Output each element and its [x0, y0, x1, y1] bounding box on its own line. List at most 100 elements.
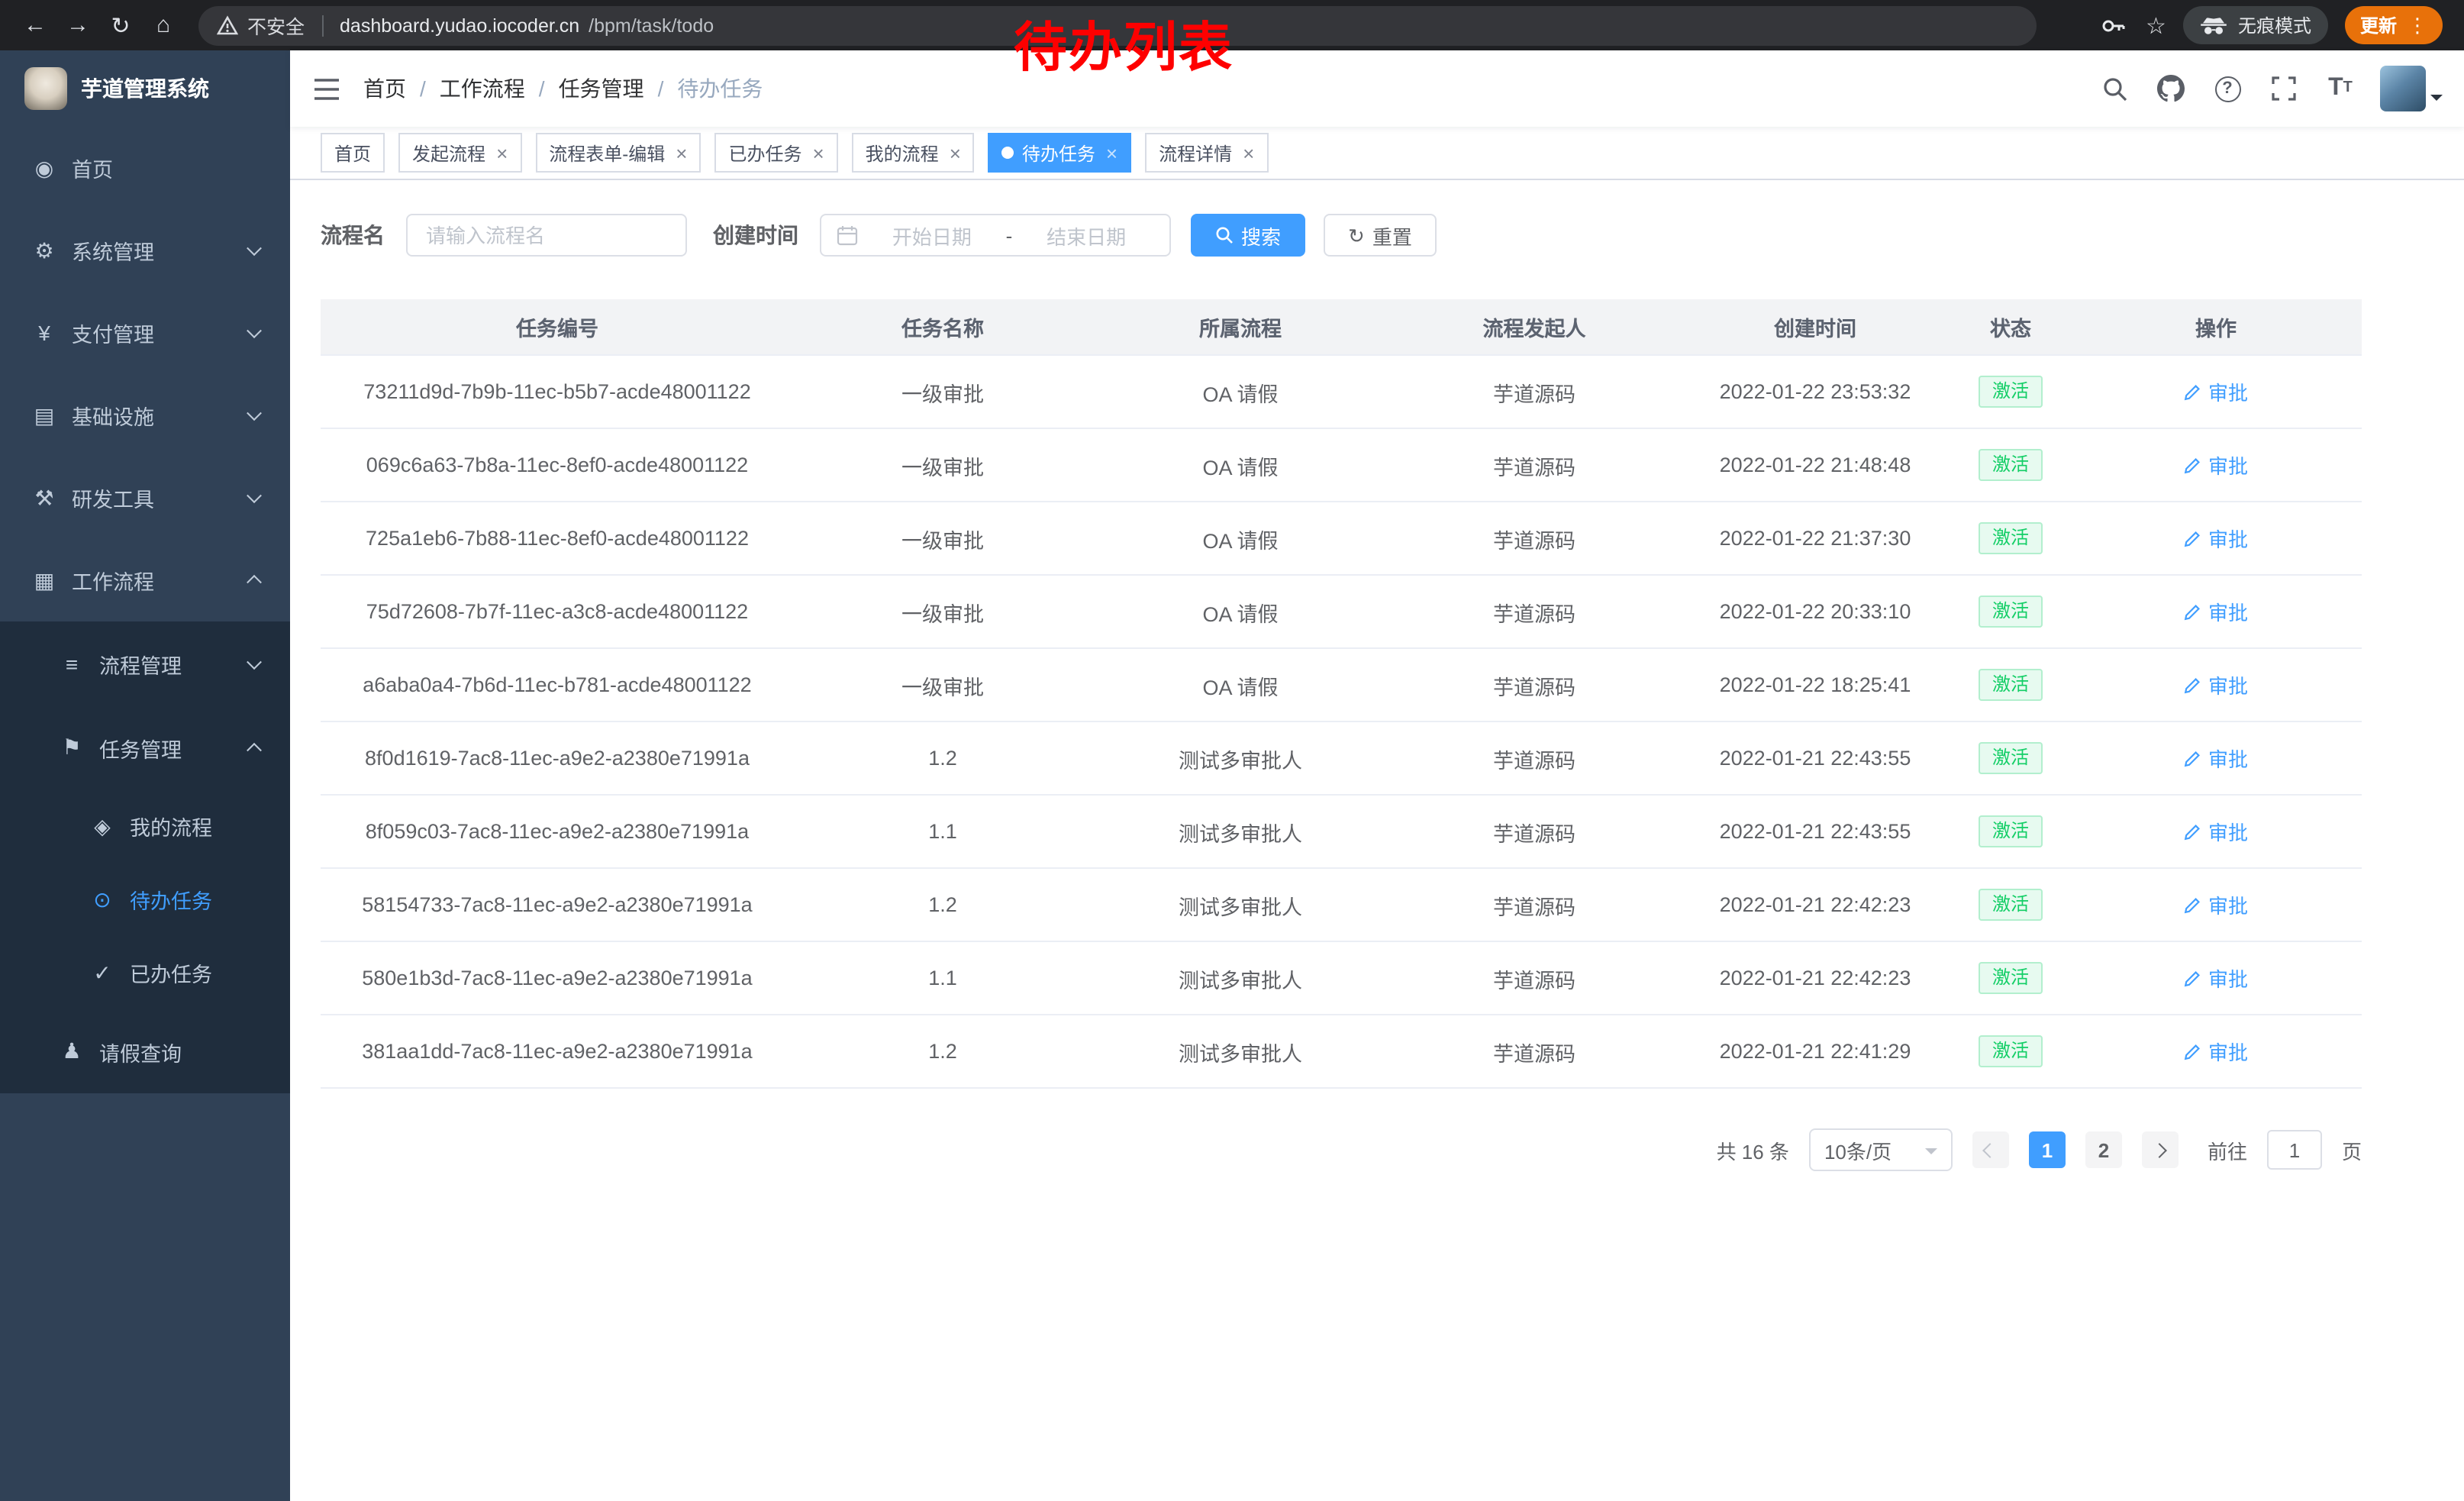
tab-home[interactable]: 首页 — [321, 133, 385, 173]
sidebar-item-my-process[interactable]: ◈我的流程 — [0, 789, 290, 863]
github-icon[interactable] — [2154, 72, 2188, 105]
cell-initiator: 芋道源码 — [1389, 721, 1679, 795]
user-menu[interactable] — [2380, 66, 2443, 111]
sidebar: 芋道管理系统 ◉首页 ⚙ 系统管理 ¥支付管理▤基础设施⚒研发工具▦工作流程≡流程管理… — [0, 50, 290, 1501]
chevron-down-icon — [247, 488, 262, 503]
approve-button[interactable]: 审批 — [2184, 450, 2248, 479]
sidebar-item-todo-tasks[interactable]: ⊙待办任务 — [0, 863, 290, 936]
approve-button[interactable]: 审批 — [2184, 817, 2248, 846]
column-header: 创建时间 — [1679, 299, 1951, 355]
table-row: 58154733-7ac8-11ec-a9e2-a2380e71991a1.2测… — [321, 868, 2362, 941]
key-icon[interactable] — [2095, 8, 2129, 42]
approve-button[interactable]: 审批 — [2184, 524, 2248, 553]
approve-button[interactable]: 审批 — [2184, 964, 2248, 993]
sidebar-item-done-tasks[interactable]: ✓已办任务 — [0, 936, 290, 1009]
table-row: 069c6a63-7b8a-11ec-8ef0-acde48001122一级审批… — [321, 428, 2362, 502]
sidebar-item-label: 流程管理 — [99, 648, 182, 679]
sidebar-item-workflow[interactable]: ▦工作流程 — [0, 539, 290, 621]
home-icon[interactable]: ⌂ — [144, 5, 183, 45]
sidebar-item-payment-management[interactable]: ¥支付管理 — [0, 292, 290, 374]
reload-icon[interactable]: ↻ — [101, 5, 140, 45]
column-header: 所属流程 — [1092, 299, 1389, 355]
approve-button[interactable]: 审批 — [2184, 1037, 2248, 1066]
app-logo-row[interactable]: 芋道管理系统 — [0, 50, 290, 127]
browser-toolbar: ← → ↻ ⌂ 不安全 dashboard.yudao.iocoder.cn/b… — [0, 0, 2464, 50]
browser-actions: ☆ 无痕模式 更新 ⋮ — [2095, 6, 2449, 44]
next-page-button[interactable] — [2142, 1131, 2179, 1168]
tab-form-edit[interactable]: 流程表单-编辑× — [535, 133, 701, 173]
help-icon[interactable]: ? — [2211, 72, 2244, 105]
sidebar-item-task-management[interactable]: ⚑任务管理 — [0, 705, 290, 789]
approve-button[interactable]: 审批 — [2184, 744, 2248, 773]
table-row: 75d72608-7b7f-11ec-a3c8-acde48001122一级审批… — [321, 575, 2362, 648]
reset-button[interactable]: ↻ 重置 — [1324, 214, 1437, 257]
update-button[interactable]: 更新 ⋮ — [2345, 6, 2443, 44]
sidebar-item-system-management[interactable]: ⚙ 系统管理 — [0, 209, 290, 292]
approve-label: 审批 — [2208, 597, 2248, 626]
tab-close-icon[interactable]: × — [1106, 143, 1118, 163]
main-area: 首页/工作流程/任务管理/待办任务 ? — [290, 50, 2464, 1501]
prev-page-button[interactable] — [1972, 1131, 2009, 1168]
sidebar-toggle-button[interactable] — [290, 50, 363, 127]
search-icon[interactable] — [2098, 72, 2131, 105]
goto-page-input[interactable] — [2267, 1130, 2322, 1170]
tab-close-icon[interactable]: × — [950, 143, 961, 163]
column-header: 任务名称 — [794, 299, 1092, 355]
sidebar-item-process-management[interactable]: ≡流程管理 — [0, 621, 290, 705]
sidebar-menu: ◉首页 ⚙ 系统管理 ¥支付管理▤基础设施⚒研发工具▦工作流程≡流程管理⚑任务管理◈我… — [0, 127, 290, 1093]
tab-close-icon[interactable]: × — [1243, 143, 1254, 163]
breadcrumb-item[interactable]: 首页 — [363, 73, 406, 104]
browser-menu-icon[interactable]: ⋮ — [2408, 13, 2427, 37]
sidebar-item-infrastructure[interactable]: ▤基础设施 — [0, 374, 290, 457]
search-button[interactable]: 搜索 — [1191, 214, 1305, 257]
page-size-select[interactable]: 10条/页 — [1809, 1128, 1953, 1171]
incognito-label: 无痕模式 — [2238, 12, 2311, 38]
search-icon — [1215, 226, 1234, 244]
approve-button[interactable]: 审批 — [2184, 597, 2248, 626]
url-domain: dashboard.yudao.iocoder.cn — [340, 15, 579, 36]
sidebar-item-dev-tools[interactable]: ⚒研发工具 — [0, 457, 290, 539]
page-button-1[interactable]: 1 — [2029, 1131, 2066, 1168]
tab-done-tasks[interactable]: 已办任务× — [714, 133, 837, 173]
approve-button[interactable]: 审批 — [2184, 670, 2248, 699]
sidebar-item-home[interactable]: ◉首页 — [0, 127, 290, 209]
forward-icon[interactable]: → — [58, 5, 98, 45]
gear-icon: ⚙ — [31, 237, 58, 263]
cell-task-name: 一级审批 — [794, 648, 1092, 721]
sidebar-item-leave-query[interactable]: ♟请假查询 — [0, 1009, 290, 1093]
approve-button[interactable]: 审批 — [2184, 890, 2248, 919]
check-icon: ✓ — [89, 960, 116, 986]
tab-process-detail[interactable]: 流程详情× — [1145, 133, 1268, 173]
cell-process: OA 请假 — [1092, 575, 1389, 648]
page-button-2[interactable]: 2 — [2085, 1131, 2122, 1168]
tab-todo-tasks[interactable]: 待办任务× — [989, 133, 1131, 173]
tab-my-process[interactable]: 我的流程× — [852, 133, 975, 173]
cell-status: 激活 — [1951, 1015, 2070, 1088]
breadcrumb-item[interactable]: 工作流程 — [440, 73, 525, 104]
tab-start-process[interactable]: 发起流程× — [398, 133, 521, 173]
sidebar-item-label: 研发工具 — [72, 483, 154, 513]
cell-task-id: a6aba0a4-7b6d-11ec-b781-acde48001122 — [321, 648, 794, 721]
breadcrumb-item[interactable]: 任务管理 — [559, 73, 644, 104]
table-row: a6aba0a4-7b6d-11ec-b781-acde48001122一级审批… — [321, 648, 2362, 721]
active-tab-dot — [1002, 147, 1014, 159]
bookmark-star-icon[interactable]: ☆ — [2146, 11, 2166, 39]
warning-icon — [217, 15, 238, 35]
font-size-icon[interactable]: TT — [2324, 72, 2357, 105]
cell-created-time: 2022-01-22 20:33:10 — [1679, 575, 1951, 648]
edit-icon — [2184, 822, 2202, 841]
process-name-input[interactable] — [406, 214, 687, 257]
range-separator: - — [1006, 224, 1013, 247]
tab-close-icon[interactable]: × — [496, 143, 508, 163]
approve-label: 审批 — [2208, 964, 2248, 993]
tab-close-icon[interactable]: × — [812, 143, 824, 163]
back-icon[interactable]: ← — [15, 5, 55, 45]
sidebar-item-label: 系统管理 — [72, 235, 154, 266]
fullscreen-icon[interactable] — [2267, 72, 2301, 105]
cell-task-name: 一级审批 — [794, 502, 1092, 575]
chat-icon: ◈ — [89, 813, 116, 839]
date-range-picker[interactable]: 开始日期 - 结束日期 — [820, 214, 1171, 257]
sidebar-item-label: 首页 — [72, 153, 113, 183]
tab-close-icon[interactable]: × — [676, 143, 687, 163]
approve-button[interactable]: 审批 — [2184, 377, 2248, 406]
